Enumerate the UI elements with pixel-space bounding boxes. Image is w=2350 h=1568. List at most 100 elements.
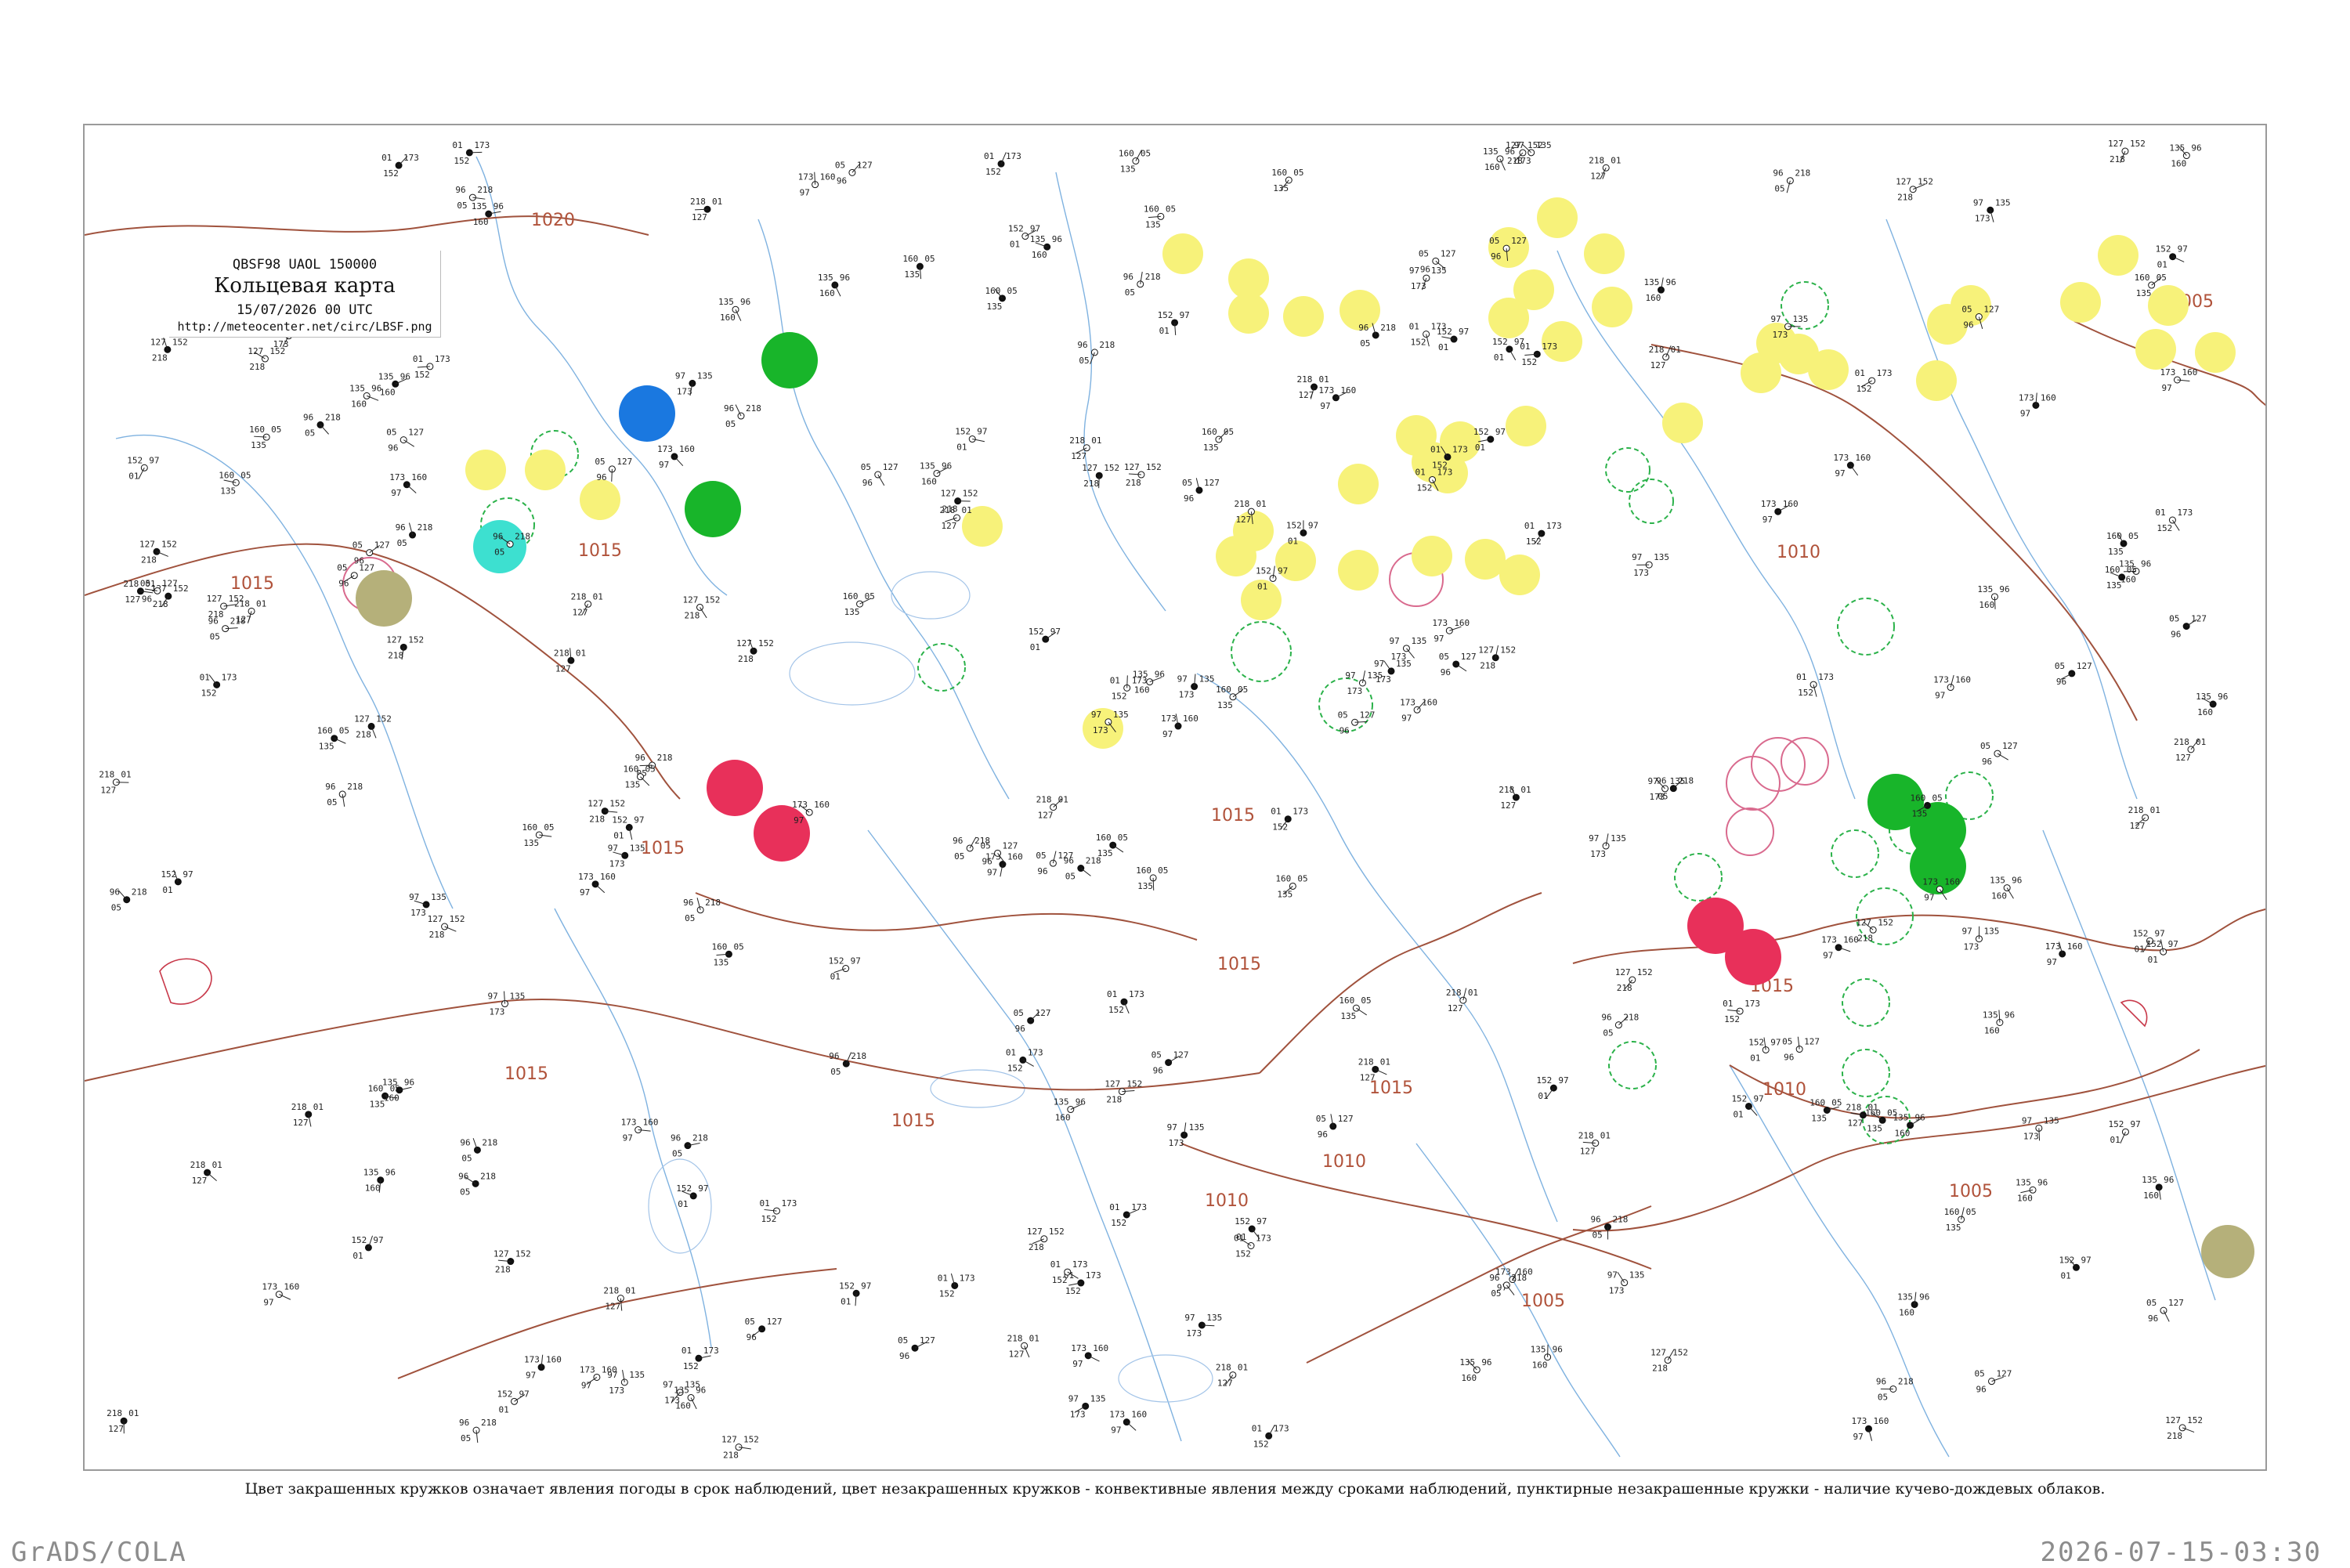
station-value: 97 [634, 815, 644, 825]
station-value: 173 [703, 1346, 719, 1356]
station-dot [622, 852, 628, 858]
station-value: 97 [794, 815, 804, 826]
station-value: 135 [1644, 277, 1660, 287]
station-value: 160 [1119, 149, 1134, 159]
station-value: 152 [1724, 1014, 1740, 1024]
station-plot: 21801127 [291, 1102, 324, 1128]
station-value: 135 [1459, 1357, 1475, 1367]
wind-barb [700, 607, 707, 617]
station-value: 97 [1853, 1432, 1864, 1442]
station-value: 96 [596, 472, 606, 482]
station-value: 01 [1257, 581, 1267, 591]
station-value: 218 [481, 1418, 497, 1428]
station-value: 96 [740, 297, 750, 307]
station-value: 152 [2132, 928, 2148, 938]
isobar-label: 1015 [1211, 806, 1255, 826]
station-value: 01 [1010, 240, 1020, 250]
station-value: 135 [1145, 219, 1161, 229]
station-dot [262, 356, 268, 362]
station-value: 96 [2148, 1313, 2158, 1324]
station-value: 218 [1857, 933, 1873, 943]
station-value: 160 [1991, 891, 2007, 901]
station-value: 96 [635, 753, 645, 763]
station-value: 97 [1924, 892, 1934, 902]
station-value: 135 [1411, 636, 1426, 646]
station-value: 01 [381, 153, 392, 163]
station-value: 127 [1338, 1114, 1354, 1124]
isobar-label: 1010 [1777, 543, 1820, 562]
station-value: 97 [2168, 939, 2178, 949]
station-value: 01 [613, 830, 624, 840]
wind-barb [2039, 1128, 2040, 1140]
station-value: 218 [1652, 1364, 1668, 1374]
station-value: 160 [1096, 833, 1112, 843]
station-plot: 127152218 [386, 634, 424, 660]
station-value: 173 [1744, 999, 1760, 1009]
station-plot: 1529701 [1158, 310, 1190, 336]
station-value: 152 [450, 914, 465, 924]
station-plot: 9621805 [1123, 272, 1161, 298]
station-value: 152 [161, 539, 177, 549]
station-value: 96 [110, 887, 120, 898]
station-value: 218 [2174, 737, 2189, 747]
station-value: 127 [1441, 248, 1456, 258]
station-value: 160 [2197, 707, 2213, 717]
station-plot: 0512796 [2055, 661, 2092, 687]
station-plot: 16005135 [219, 470, 251, 496]
station-value: 127 [1173, 1050, 1189, 1060]
station-value: 218 [851, 1051, 866, 1061]
station-value: 160 [1484, 162, 1500, 172]
station-value: 05 [1293, 168, 1303, 178]
wind-barb [1994, 597, 1995, 609]
station-plot: 97135173 [1068, 1393, 1106, 1419]
station-value: 135 [818, 273, 833, 283]
station-value: 218 [190, 1160, 206, 1170]
station-plot: 13596160 [1897, 1292, 1929, 1318]
station-value: 05 [305, 428, 315, 438]
station-plot: 0512796 [1316, 1114, 1354, 1140]
station-value: 96 [460, 1137, 470, 1147]
station-value: 152 [839, 1281, 855, 1291]
station-value: 152 [1473, 427, 1489, 437]
station-value: 05 [1224, 427, 1234, 437]
station-value: 05 [733, 941, 743, 952]
station-value: 173 [1070, 1409, 1086, 1419]
station-value: 127 [1615, 967, 1631, 977]
station-value: 05 [2146, 1298, 2157, 1308]
station-plot: 9621805 [1358, 323, 1396, 349]
station-value: 135 [697, 370, 713, 381]
station-value: 127 [767, 1317, 783, 1327]
station-plot: 127152218 [1082, 463, 1119, 489]
station-value: 96 [1553, 1345, 1563, 1355]
station-value: 218 [1106, 1095, 1122, 1105]
station-value: 127 [721, 1435, 737, 1445]
yellow-marker [2060, 282, 2101, 323]
station-value: 218 [1649, 345, 1665, 355]
station-value: 173 [1877, 368, 1893, 378]
station-value: 96 [1420, 264, 1430, 274]
station-value: 01 [1494, 352, 1504, 363]
station-value: 01 [1733, 1109, 1743, 1119]
station-value: 173 [798, 172, 814, 182]
station-value: 160 [1093, 1343, 1108, 1353]
station-value: 173 [1542, 341, 1557, 352]
wind-barb [1126, 1422, 1136, 1431]
wind-barb [407, 485, 416, 493]
station-plot: 1529701 [2108, 1119, 2140, 1145]
station-value: 173 [1590, 849, 1606, 859]
station-value: 01 [830, 972, 841, 982]
station-value: 173 [1179, 690, 1195, 700]
station-plot: 21801127 [571, 591, 603, 617]
station-plot: 9621805 [396, 522, 433, 548]
station-value: 01 [128, 1408, 139, 1418]
station-value: 218 [1589, 155, 1604, 165]
station-value: 218 [429, 930, 445, 940]
station-value: 05 [1439, 652, 1449, 662]
station-value: 173 [435, 354, 450, 364]
station-value: 96 [1481, 1357, 1491, 1367]
station-value: 152 [609, 799, 625, 809]
station-plot: 0512796 [745, 1317, 783, 1342]
station-value: 97 [1823, 951, 1833, 961]
station-value: 01 [1159, 326, 1170, 336]
station-value: 218 [1507, 156, 1523, 166]
